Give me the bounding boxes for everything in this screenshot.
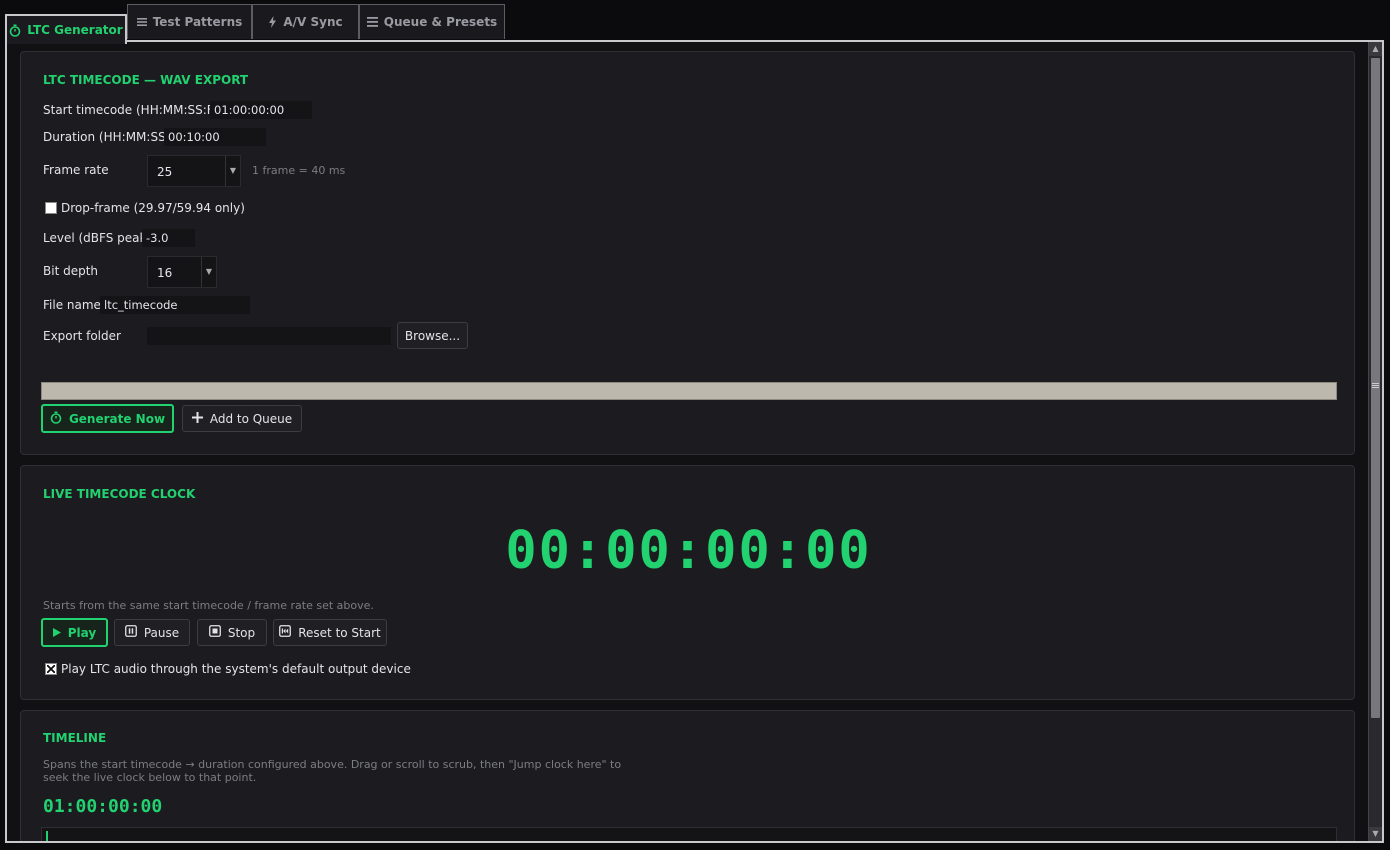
scrollbar-thumb[interactable] <box>1371 58 1380 718</box>
live-clock-panel: LIVE TIMECODE CLOCK 00:00:00:00 Starts f… <box>20 465 1355 700</box>
panel-title: LIVE TIMECODE CLOCK <box>43 487 196 501</box>
export-folder-input[interactable] <box>147 327 391 345</box>
generate-label: Generate Now <box>68 411 166 426</box>
play-button[interactable]: Play <box>41 618 108 647</box>
lightning-icon <box>268 16 277 28</box>
list-icon <box>366 17 378 27</box>
pause-button[interactable]: Pause <box>114 619 190 646</box>
tab-label: Queue & Presets <box>383 15 498 29</box>
panel-title: LTC TIMECODE — WAV EXPORT <box>43 73 249 87</box>
timeline-hint-line2: seek the live clock below to that point. <box>43 771 257 784</box>
bit-depth-value: 16 <box>157 266 173 280</box>
tab-label: LTC Generator <box>27 23 123 37</box>
frame-rate-label: Frame rate <box>43 163 109 177</box>
add-queue-label: Add to Queue <box>209 411 293 426</box>
chevron-down-icon: ▼ <box>225 156 240 186</box>
tab-label: A/V Sync <box>283 15 343 29</box>
browse-button[interactable]: Browse... <box>397 322 468 349</box>
rewind-icon <box>279 625 292 640</box>
content-frame: LTC TIMECODE — WAV EXPORT Start timecode… <box>5 40 1384 843</box>
bit-depth-label: Bit depth <box>43 264 99 278</box>
tab-ltc-generator[interactable]: LTC Generator <box>5 14 127 44</box>
stop-button[interactable]: Stop <box>197 619 267 646</box>
play-icon <box>52 626 61 640</box>
bit-depth-select[interactable]: 16 ▼ <box>147 256 217 288</box>
drop-frame-label: Drop-frame (29.97/59.94 only) <box>61 201 245 215</box>
bars-icon <box>136 18 147 26</box>
duration-input[interactable]: 00:10:00 <box>164 128 266 146</box>
live-timecode-display: 00:00:00:00 <box>505 521 872 581</box>
pause-label: Pause <box>143 625 180 640</box>
timeline-hint-line1: Spans the start timecode → duration conf… <box>43 758 622 771</box>
plus-icon <box>191 411 203 426</box>
timer-icon <box>9 24 21 37</box>
start-timecode-label: Start timecode (HH:MM:SS:FF) <box>43 103 226 117</box>
drop-frame-checkbox[interactable] <box>45 202 57 214</box>
chevron-down-icon: ▼ <box>201 257 216 287</box>
level-label: Level (dBFS peak) <box>43 231 152 245</box>
frame-rate-value: 25 <box>157 165 173 179</box>
browse-label: Browse... <box>404 328 461 343</box>
duration-label: Duration (HH:MM:SS) <box>43 130 171 144</box>
level-input[interactable]: -3.0 <box>142 229 195 247</box>
reset-label: Reset to Start <box>298 625 381 640</box>
tab-queue-presets[interactable]: Queue & Presets <box>359 4 505 39</box>
live-clock-hint: Starts from the same start timecode / fr… <box>43 599 374 612</box>
generate-now-button[interactable]: Generate Now <box>41 404 174 433</box>
frame-duration-hint: 1 frame = 40 ms <box>252 164 346 177</box>
file-name-input[interactable]: ltc_timecode <box>100 296 250 314</box>
stop-label: Stop <box>227 625 256 640</box>
scroll-down-icon[interactable]: ▼ <box>1369 827 1382 841</box>
wav-export-panel: LTC TIMECODE — WAV EXPORT Start timecode… <box>20 51 1355 455</box>
timer-icon <box>50 411 62 427</box>
play-ltc-audio-checkbox[interactable] <box>45 663 57 675</box>
tab-bar: LTC Generator Test Patterns A/V Sync Que… <box>5 4 605 44</box>
panel-title: TIMELINE <box>43 731 107 745</box>
timeline-playhead[interactable] <box>46 831 48 841</box>
tab-label: Test Patterns <box>152 15 243 29</box>
start-timecode-input[interactable]: 01:00:00:00 <box>210 101 312 119</box>
export-folder-label: Export folder <box>43 329 121 343</box>
timeline-panel: TIMELINE Spans the start timecode → dura… <box>20 710 1355 841</box>
add-to-queue-button[interactable]: Add to Queue <box>182 405 302 432</box>
frame-rate-select[interactable]: 25 ▼ <box>147 155 241 187</box>
tab-test-patterns[interactable]: Test Patterns <box>127 4 252 39</box>
reset-to-start-button[interactable]: Reset to Start <box>273 619 387 646</box>
tab-av-sync[interactable]: A/V Sync <box>252 4 359 39</box>
timeline-timecode: 01:00:00:00 <box>43 796 163 817</box>
export-progress-bar <box>41 382 1337 400</box>
play-label: Play <box>67 625 97 640</box>
file-name-label: File name <box>43 298 101 312</box>
play-ltc-audio-label: Play LTC audio through the system's defa… <box>61 662 411 676</box>
timeline-scrubber[interactable] <box>41 827 1337 841</box>
pause-icon <box>124 625 137 640</box>
vertical-scrollbar[interactable]: ▲ ▼ <box>1368 42 1382 841</box>
scroll-up-icon[interactable]: ▲ <box>1369 42 1382 56</box>
stop-icon <box>208 625 221 640</box>
grip-icon <box>1372 383 1379 389</box>
